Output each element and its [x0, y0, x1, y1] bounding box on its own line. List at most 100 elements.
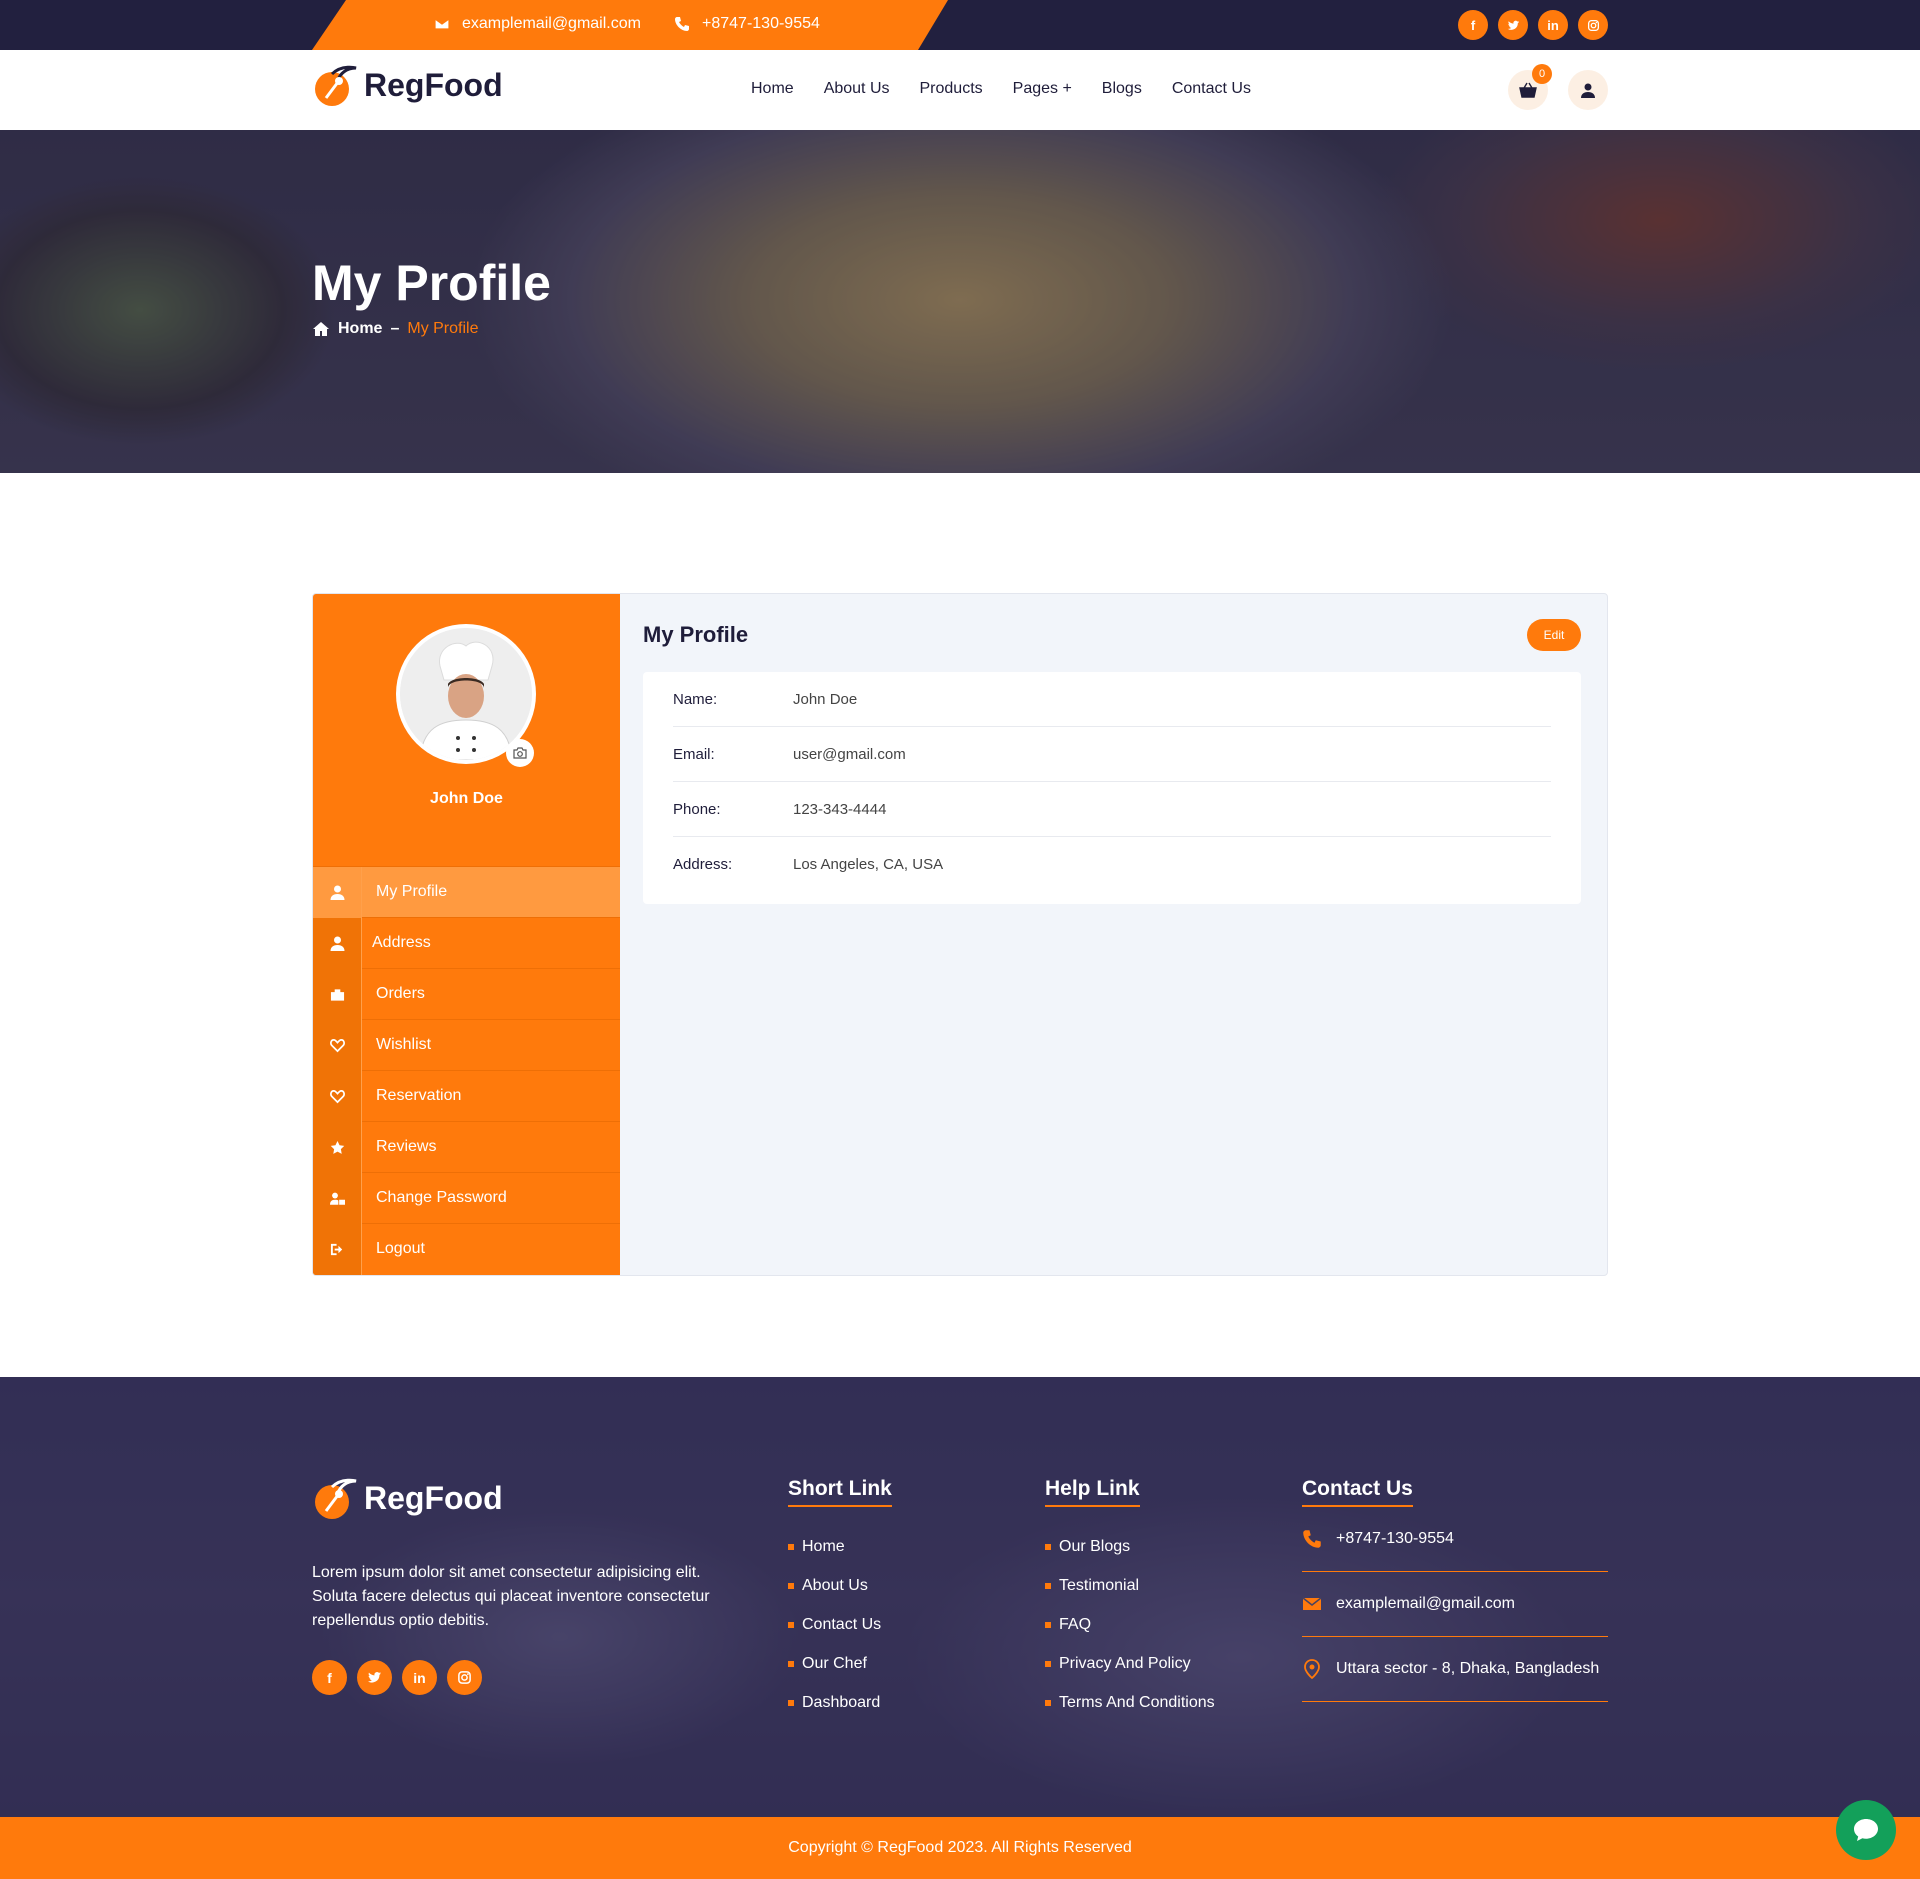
footer-link-home[interactable]: Home	[788, 1527, 881, 1566]
nav-pages[interactable]: Pages +	[1013, 80, 1072, 98]
envelope-icon	[1302, 1597, 1322, 1610]
footer-link-contact-us[interactable]: Contact Us	[788, 1605, 881, 1644]
nav-products[interactable]: Products	[920, 80, 983, 98]
menu-item-my-profile[interactable]: My Profile	[313, 866, 620, 918]
logout-icon	[313, 1223, 362, 1275]
menu-item-label: Wishlist	[376, 1036, 432, 1053]
footer-contact-address: Uttara sector - 8, Dhaka, Bangladesh	[1302, 1637, 1608, 1702]
facebook-icon[interactable]: f	[312, 1660, 347, 1695]
logo-icon	[312, 62, 358, 108]
twitter-icon[interactable]	[1498, 10, 1528, 40]
footer-phone-text: +8747-130-9554	[1336, 1530, 1454, 1547]
nav-about-us[interactable]: About Us	[824, 80, 890, 98]
edit-profile-button[interactable]: Edit	[1527, 619, 1581, 651]
nav-links: Home About Us Products Pages + Blogs Con…	[751, 80, 1251, 98]
short-link-heading: Short Link	[788, 1477, 892, 1507]
chat-button[interactable]	[1836, 1800, 1896, 1860]
footer-link-dashboard[interactable]: Dashboard	[788, 1683, 881, 1722]
user-icon	[313, 866, 362, 918]
menu-item-reviews[interactable]: Reviews	[313, 1121, 620, 1173]
menu-item-wishlist[interactable]: Wishlist	[313, 1019, 620, 1071]
footer-contact-email[interactable]: examplemail@gmail.com	[1302, 1572, 1608, 1637]
main-navbar: RegFood Home About Us Products Pages + B…	[0, 50, 1920, 130]
menu-item-reservation[interactable]: Reservation	[313, 1070, 620, 1122]
linkedin-icon[interactable]: in	[402, 1660, 437, 1695]
menu-item-label: Reservation	[376, 1087, 462, 1104]
breadcrumb-home[interactable]: Home	[338, 320, 382, 338]
menu-item-change-password[interactable]: Change Password	[313, 1172, 620, 1224]
copyright-text: Copyright © RegFood 2023. All Rights Res…	[788, 1839, 1132, 1856]
basket-icon	[1519, 82, 1537, 98]
heart-icon	[313, 1019, 362, 1071]
footer-contact-list: +8747-130-9554 examplemail@gmail.com Utt…	[1302, 1507, 1608, 1702]
breadcrumb-current: My Profile	[407, 320, 479, 337]
profile-dashboard-card: John Doe My Profile Address Orders Wishl…	[312, 593, 1608, 1276]
breadcrumb: Home – My Profile	[312, 320, 478, 338]
info-value: user@gmail.com	[793, 745, 906, 763]
footer-address-text: Uttara sector - 8, Dhaka, Bangladesh	[1336, 1660, 1600, 1677]
footer-link-testimonial[interactable]: Testimonial	[1045, 1566, 1215, 1605]
user-icon	[313, 917, 362, 969]
menu-item-label: Address	[372, 934, 431, 951]
menu-item-orders[interactable]: Orders	[313, 968, 620, 1020]
menu-item-logout[interactable]: Logout	[313, 1223, 620, 1275]
instagram-icon[interactable]	[447, 1660, 482, 1695]
footer-link-our-blogs[interactable]: Our Blogs	[1045, 1527, 1215, 1566]
topbar-phone[interactable]: +8747-130-9554	[674, 15, 820, 33]
facebook-icon[interactable]: f	[1458, 10, 1488, 40]
topbar-email[interactable]: examplemail@gmail.com	[434, 15, 641, 33]
menu-item-label: Orders	[376, 985, 425, 1002]
chat-bubble-icon	[1854, 1819, 1878, 1841]
nav-blogs[interactable]: Blogs	[1102, 80, 1142, 98]
footer-email-text: examplemail@gmail.com	[1336, 1595, 1515, 1612]
change-photo-button[interactable]	[506, 739, 534, 767]
menu-item-address[interactable]: Address	[313, 917, 620, 969]
footer-link-our-chef[interactable]: Our Chef	[788, 1644, 881, 1683]
footer-link-about-us[interactable]: About Us	[788, 1566, 881, 1605]
info-label: Name:	[673, 690, 718, 708]
info-row-phone: Phone: 123-343-4444	[673, 782, 1551, 837]
site-logo[interactable]: RegFood	[312, 62, 503, 108]
short-link-list: Home About Us Contact Us Our Chef Dashbo…	[788, 1527, 881, 1722]
topbar-email-text: examplemail@gmail.com	[462, 15, 641, 32]
page-title: My Profile	[312, 255, 551, 311]
footer-description: Lorem ipsum dolor sit amet consectetur a…	[312, 1564, 710, 1629]
footer-link-privacy[interactable]: Privacy And Policy	[1045, 1644, 1215, 1683]
info-row-email: Email: user@gmail.com	[673, 727, 1551, 782]
footer-logo[interactable]: RegFood	[312, 1475, 503, 1521]
home-icon	[313, 322, 329, 336]
instagram-icon[interactable]	[1578, 10, 1608, 40]
nav-home[interactable]: Home	[751, 80, 794, 98]
account-button[interactable]	[1568, 70, 1608, 110]
user-lock-icon	[313, 1172, 362, 1224]
info-label: Address:	[673, 856, 733, 873]
info-row-name: Name: John Doe	[673, 672, 1551, 727]
info-value: Los Angeles, CA, USA	[793, 856, 944, 873]
cart-button[interactable]: 0	[1508, 64, 1552, 110]
menu-item-label: Change Password	[376, 1189, 507, 1206]
footer-link-faq[interactable]: FAQ	[1045, 1605, 1215, 1644]
profile-sidebar: John Doe My Profile Address Orders Wishl…	[313, 594, 620, 1275]
profile-menu: My Profile Address Orders Wishlist Reser…	[313, 866, 620, 1275]
help-link-list: Our Blogs Testimonial FAQ Privacy And Po…	[1045, 1527, 1215, 1722]
info-label: Phone:	[673, 800, 721, 818]
user-icon	[1581, 83, 1595, 98]
footer-link-terms[interactable]: Terms And Conditions	[1045, 1683, 1215, 1722]
linkedin-icon[interactable]: in	[1538, 10, 1568, 40]
camera-icon	[513, 747, 527, 759]
star-icon	[313, 1121, 362, 1173]
profile-section-title: My Profile	[643, 622, 749, 647]
footer-socials: f in	[312, 1660, 482, 1695]
copyright-bar: Copyright © RegFood 2023. All Rights Res…	[0, 1817, 1920, 1879]
menu-item-label: Logout	[376, 1240, 425, 1257]
info-label: Email:	[673, 745, 715, 763]
page-hero-banner: My Profile Home – My Profile	[0, 130, 1920, 473]
footer-contact-phone[interactable]: +8747-130-9554	[1302, 1507, 1608, 1572]
nav-contact-us[interactable]: Contact Us	[1172, 80, 1251, 98]
twitter-icon[interactable]	[357, 1660, 392, 1695]
footer-overlay	[0, 1377, 1920, 1817]
hero-overlay	[0, 130, 1920, 473]
menu-item-label: My Profile	[376, 883, 448, 900]
logo-text: RegFood	[364, 66, 503, 103]
cart-count-badge: 0	[1532, 64, 1552, 84]
